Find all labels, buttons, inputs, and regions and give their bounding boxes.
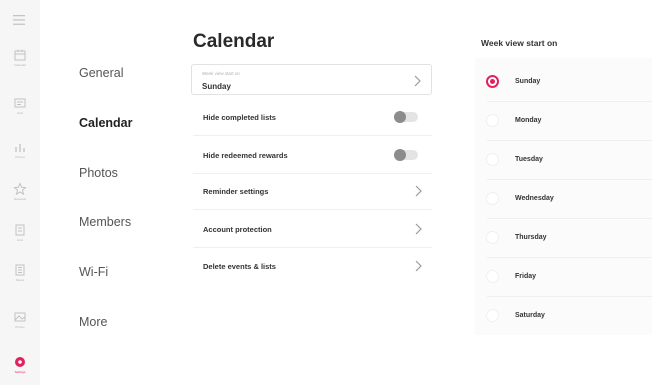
row-delete-events[interactable]: Delete events & lists bbox=[193, 248, 432, 285]
row-label: Reminder settings bbox=[203, 187, 269, 196]
hide-redeemed-toggle[interactable] bbox=[394, 149, 418, 161]
rail-item-lists[interactable]: Lists bbox=[4, 90, 36, 120]
radio[interactable] bbox=[486, 114, 499, 127]
week-start-select[interactable]: Week view start on Sunday bbox=[191, 64, 432, 95]
option-friday[interactable]: Friday bbox=[475, 258, 652, 297]
radio[interactable] bbox=[486, 153, 499, 166]
divider bbox=[193, 135, 432, 136]
hide-completed-toggle[interactable] bbox=[394, 111, 418, 123]
radio[interactable] bbox=[486, 192, 499, 205]
chart-icon bbox=[15, 143, 25, 152]
option-sunday[interactable]: Sunday bbox=[475, 63, 652, 102]
option-thursday[interactable]: Thursday bbox=[475, 219, 652, 258]
row-reminder-settings[interactable]: Reminder settings bbox=[193, 173, 432, 210]
rail-item-settings[interactable]: Settings bbox=[4, 349, 36, 379]
star-icon bbox=[13, 181, 27, 195]
chevron-right-icon bbox=[414, 75, 421, 87]
photo-icon bbox=[14, 312, 26, 321]
week-start-label: Week view start on bbox=[202, 71, 240, 76]
rail-caption: Settings bbox=[14, 369, 26, 374]
rail-item-meals[interactable]: Meals bbox=[4, 257, 36, 287]
rail-caption: Lists bbox=[16, 110, 24, 115]
option-label: Saturday bbox=[515, 312, 545, 319]
row-hide-redeemed: Hide redeemed rewards bbox=[193, 137, 432, 174]
option-tuesday[interactable]: Tuesday bbox=[475, 141, 652, 180]
rail-caption: Lists bbox=[16, 237, 24, 242]
row-account-protection[interactable]: Account protection bbox=[193, 211, 432, 248]
row-label: Hide redeemed rewards bbox=[203, 151, 288, 160]
chevron-right-icon bbox=[415, 223, 422, 235]
board-icon bbox=[14, 98, 26, 107]
option-label: Tuesday bbox=[515, 156, 543, 163]
radio[interactable] bbox=[486, 309, 499, 322]
chevron-right-icon bbox=[415, 185, 422, 197]
week-panel-title: Week view start on bbox=[481, 38, 558, 48]
category-photos[interactable]: Photos bbox=[79, 166, 118, 180]
row-label: Hide completed lists bbox=[203, 113, 276, 122]
option-label: Wednesday bbox=[515, 195, 554, 202]
row-label: Delete events & lists bbox=[203, 262, 276, 271]
option-label: Friday bbox=[515, 273, 537, 280]
row-label: Account protection bbox=[203, 225, 272, 234]
rail-item-chores[interactable]: Chores bbox=[4, 134, 36, 164]
radio[interactable] bbox=[486, 270, 499, 283]
category-general[interactable]: General bbox=[79, 66, 123, 80]
toggle-knob bbox=[394, 149, 406, 161]
rail-caption: Meals bbox=[15, 277, 24, 282]
category-members[interactable]: Members bbox=[79, 215, 131, 229]
radio-selected[interactable] bbox=[486, 75, 499, 88]
rail-item-calendar[interactable]: Calendar bbox=[4, 42, 36, 72]
menu-icon[interactable] bbox=[12, 13, 26, 27]
rail-item-photos[interactable]: Photos bbox=[4, 304, 36, 334]
page-title: Calendar bbox=[193, 31, 275, 52]
row-hide-completed: Hide completed lists bbox=[193, 99, 432, 136]
option-saturday[interactable]: Saturday bbox=[475, 297, 652, 336]
option-monday[interactable]: Monday bbox=[475, 102, 652, 141]
radio[interactable] bbox=[486, 231, 499, 244]
rail-item-rewards[interactable]: Rewards bbox=[4, 176, 36, 206]
rail-caption: Calendar bbox=[13, 62, 27, 67]
week-start-value: Sunday bbox=[202, 82, 231, 91]
gear-icon bbox=[15, 356, 25, 367]
rail-caption: Rewards bbox=[14, 196, 26, 201]
box-icon bbox=[15, 224, 25, 235]
rail-item-box[interactable]: Lists bbox=[4, 217, 36, 247]
chevron-right-icon bbox=[415, 260, 422, 272]
option-label: Thursday bbox=[515, 234, 547, 241]
rail-caption: Chores bbox=[15, 154, 25, 159]
option-wednesday[interactable]: Wednesday bbox=[475, 180, 652, 219]
rail-caption: Photos bbox=[15, 324, 25, 329]
toggle-knob bbox=[394, 111, 406, 123]
category-calendar[interactable]: Calendar bbox=[79, 116, 133, 130]
meal-icon bbox=[15, 264, 25, 275]
calendar-icon bbox=[14, 49, 26, 60]
option-label: Monday bbox=[515, 117, 542, 124]
option-label: Sunday bbox=[515, 78, 541, 85]
category-more[interactable]: More bbox=[79, 315, 107, 329]
nav-rail: Calendar Lists Chores Rewards Lists Meal… bbox=[0, 0, 40, 385]
category-wifi[interactable]: Wi-Fi bbox=[79, 265, 108, 279]
divider bbox=[193, 209, 432, 210]
